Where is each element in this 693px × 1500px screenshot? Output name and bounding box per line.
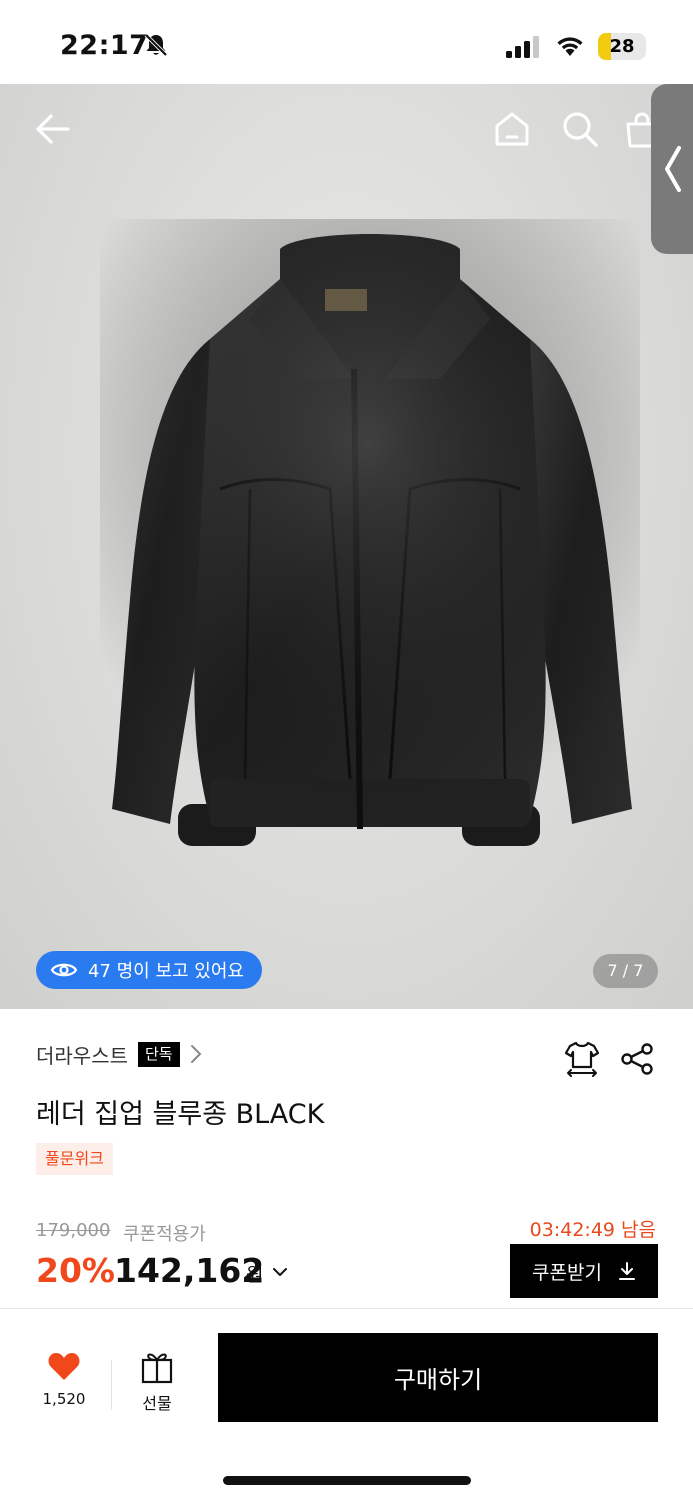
battery-icon: 28 xyxy=(598,33,646,60)
size-fit-icon[interactable] xyxy=(564,1040,600,1078)
side-panel-tab[interactable] xyxy=(651,84,693,254)
back-arrow-icon[interactable] xyxy=(34,110,72,148)
home-indicator[interactable] xyxy=(223,1476,471,1485)
countdown-timer: 03:42:49 남음 xyxy=(529,1219,656,1241)
sale-price: 142,162 xyxy=(114,1251,265,1290)
promo-tag: 풀문위크 xyxy=(36,1143,113,1175)
discount-rate: 20% xyxy=(36,1251,115,1290)
product-photo xyxy=(100,219,640,864)
gift-label: 선물 xyxy=(142,1394,172,1413)
buy-button[interactable]: 구매하기 xyxy=(218,1333,658,1422)
like-button[interactable]: 1,520 xyxy=(30,1350,98,1408)
exclusive-badge: 단독 xyxy=(138,1041,180,1067)
home-icon[interactable] xyxy=(493,110,531,148)
original-price: 179,000 xyxy=(36,1220,111,1241)
battery-level: 28 xyxy=(609,36,635,57)
search-icon[interactable] xyxy=(561,110,599,148)
bell-off-icon xyxy=(144,33,168,57)
chevron-down-icon[interactable] xyxy=(272,1266,288,1278)
chevron-left-icon xyxy=(665,146,681,192)
product-image-gallery[interactable]: 47 명이 보고 있어요 7 / 7 xyxy=(0,84,693,1009)
image-page-indicator: 7 / 7 xyxy=(593,954,658,988)
like-count: 1,520 xyxy=(42,1390,86,1408)
heart-icon xyxy=(48,1353,80,1380)
brand-name[interactable]: 더라우스트 xyxy=(36,1040,128,1069)
divider xyxy=(0,1308,693,1309)
chevron-right-icon xyxy=(190,1045,202,1063)
coupon-button-label: 쿠폰받기 xyxy=(532,1261,602,1284)
product-title: 레더 집업 블루종 BLACK xyxy=(36,1099,325,1130)
wifi-icon xyxy=(557,37,583,56)
eye-icon xyxy=(50,963,78,977)
gift-icon xyxy=(141,1353,173,1384)
divider xyxy=(111,1360,112,1410)
gift-button[interactable]: 선물 xyxy=(122,1350,192,1414)
coupon-price-label: 쿠폰적용가 xyxy=(123,1224,206,1245)
status-bar: 22:17 28 xyxy=(0,0,693,84)
share-icon[interactable] xyxy=(620,1042,654,1076)
download-icon xyxy=(618,1262,635,1280)
brand-link[interactable]: 더라우스트 단독 xyxy=(36,1038,202,1070)
viewers-badge: 47 명이 보고 있어요 xyxy=(36,951,262,989)
get-coupon-button[interactable]: 쿠폰받기 xyxy=(510,1244,658,1298)
currency-unit: 원 xyxy=(246,1264,264,1286)
viewers-text: 47 명이 보고 있어요 xyxy=(88,961,244,982)
signal-icon xyxy=(506,36,539,58)
status-time: 22:17 xyxy=(60,30,149,61)
